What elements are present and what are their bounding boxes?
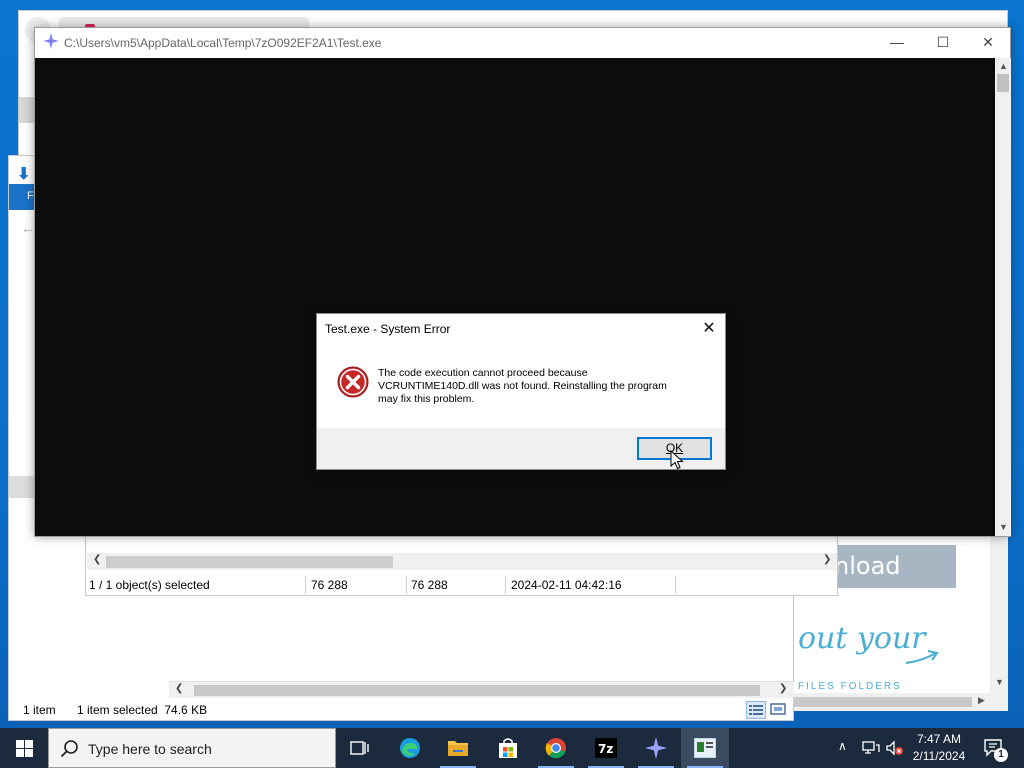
notification-count-badge: 1: [994, 748, 1008, 762]
network-icon[interactable]: [862, 740, 880, 756]
scroll-left-arrow-icon[interactable]: ❮: [175, 683, 183, 694]
folder-icon: [448, 741, 468, 756]
clock[interactable]: 7:47 AM 2/11/2024: [904, 731, 974, 765]
error-message-line: The code execution cannot proceed becaus…: [378, 367, 588, 379]
page-vertical-scrollbar[interactable]: ▼: [990, 535, 1008, 711]
clock-date: 2/11/2024: [912, 749, 966, 763]
sparkle-app-taskbar-button[interactable]: [632, 728, 680, 768]
dialog-footer: OK: [317, 428, 725, 469]
close-button[interactable]: ✕: [965, 28, 1011, 57]
scroll-up-arrow-icon[interactable]: ▲: [999, 61, 1008, 71]
scroll-right-arrow-icon[interactable]: ▶: [978, 695, 985, 706]
store-taskbar-button[interactable]: [484, 728, 532, 768]
7zip-file-manager-window: ❮ ❯ 1 / 1 object(s) selected 76 288 76 2…: [85, 536, 838, 596]
task-view-button[interactable]: [336, 728, 384, 768]
explorer-status-bar: 1 item 1 item selected 74.6 KB: [9, 699, 795, 721]
dialog-close-button[interactable]: ✕: [697, 318, 721, 340]
clock-time: 7:47 AM: [916, 732, 962, 746]
files-folders-text: FILES FOLDERS: [798, 681, 902, 692]
windows-logo-icon: [16, 740, 33, 757]
sparkle-icon: [43, 33, 61, 51]
scroll-down-arrow-icon[interactable]: ▼: [999, 522, 1008, 532]
edge-icon: [400, 738, 420, 758]
7zip-taskbar-button[interactable]: 7z: [582, 728, 630, 768]
taskbar: Type here to search 7z ∧ 7:47 AM 2/11/20…: [0, 728, 1024, 768]
error-icon: [337, 366, 369, 398]
download-banner[interactable]: nload: [834, 545, 956, 588]
start-button[interactable]: [0, 728, 48, 768]
modified-date: 2024-02-11 04:42:16: [511, 578, 622, 592]
error-message-line: may fix this problem.: [378, 393, 475, 405]
7zip-icon: 7z: [595, 738, 617, 758]
edge-taskbar-button[interactable]: [386, 728, 434, 768]
selection-count: 1 / 1 object(s) selected: [89, 578, 210, 592]
status-divider: [505, 576, 506, 594]
download-arrow-icon: ⬇: [17, 166, 31, 183]
chrome-taskbar-button[interactable]: [532, 728, 580, 768]
volume-muted-icon[interactable]: [886, 740, 904, 756]
7zip-horizontal-scrollbar[interactable]: ❮ ❯: [87, 553, 837, 570]
store-icon: [499, 738, 517, 758]
scroll-right-arrow-icon[interactable]: ❯: [823, 554, 831, 565]
ribbon-file-tab[interactable]: F: [9, 184, 35, 210]
error-message-line: VCRUNTIME140D.dll was not found. Reinsta…: [378, 380, 667, 392]
scroll-left-arrow-icon[interactable]: ❮: [93, 554, 101, 565]
console-title: C:\Users\vm5\AppData\Local\Temp\7zO092EF…: [64, 36, 382, 50]
packed-size: 76 288: [411, 578, 448, 592]
page-horizontal-scrollbar[interactable]: ▶: [794, 693, 990, 711]
browser-side-element: [19, 97, 35, 123]
chevron-up-icon[interactable]: ∧: [838, 739, 847, 753]
console-taskbar-button[interactable]: [681, 728, 729, 768]
large-icons-view-icon[interactable]: [769, 701, 789, 719]
console-vertical-scrollbar[interactable]: ▲ ▼: [995, 58, 1011, 536]
scroll-thumb[interactable]: [997, 74, 1009, 92]
details-view-icon[interactable]: [746, 701, 766, 719]
nav-pane-selected-item[interactable]: [9, 476, 35, 498]
mouse-pointer-icon: [670, 450, 684, 470]
taskbar-search-box[interactable]: Type here to search: [48, 728, 336, 768]
selected-info: 1 item selected 74.6 KB: [77, 703, 208, 717]
svg-text:7z: 7z: [598, 742, 613, 756]
chrome-icon: [545, 738, 566, 759]
dialog-title: Test.exe - System Error: [325, 322, 451, 336]
console-app-icon: [694, 738, 716, 758]
console-title-bar[interactable]: C:\Users\vm5\AppData\Local\Temp\7zO092EF…: [35, 28, 1010, 58]
status-divider: [305, 576, 306, 594]
file-size: 76 288: [311, 578, 348, 592]
error-message: The code execution cannot proceed becaus…: [378, 367, 708, 406]
explorer-horizontal-scrollbar[interactable]: ❮ ❯: [169, 681, 794, 698]
system-error-dialog: Test.exe - System Error ✕ The code execu…: [316, 313, 726, 470]
scroll-thumb[interactable]: [106, 556, 393, 568]
arrow-doodle-icon: [905, 650, 939, 664]
file-explorer-taskbar-button[interactable]: [434, 728, 482, 768]
maximize-button[interactable]: ☐: [920, 28, 966, 57]
search-icon: [60, 740, 78, 758]
scroll-thumb[interactable]: [194, 685, 760, 696]
scroll-right-arrow-icon[interactable]: ❯: [779, 683, 787, 694]
task-view-icon: [350, 741, 369, 755]
scroll-down-arrow-icon[interactable]: ▼: [995, 677, 1004, 687]
status-divider: [675, 576, 676, 594]
system-tray: ∧: [838, 728, 904, 768]
back-arrow-icon[interactable]: ←: [21, 220, 35, 236]
search-placeholder: Type here to search: [88, 741, 212, 757]
status-divider: [406, 576, 407, 594]
7zip-status-bar: 1 / 1 object(s) selected 76 288 76 288 2…: [86, 575, 837, 595]
scroll-thumb[interactable]: [794, 697, 972, 707]
item-count: 1 item: [23, 703, 56, 717]
minimize-button[interactable]: —: [874, 28, 920, 57]
sparkle-icon: [645, 737, 667, 759]
action-center-button[interactable]: 1: [978, 728, 1024, 768]
